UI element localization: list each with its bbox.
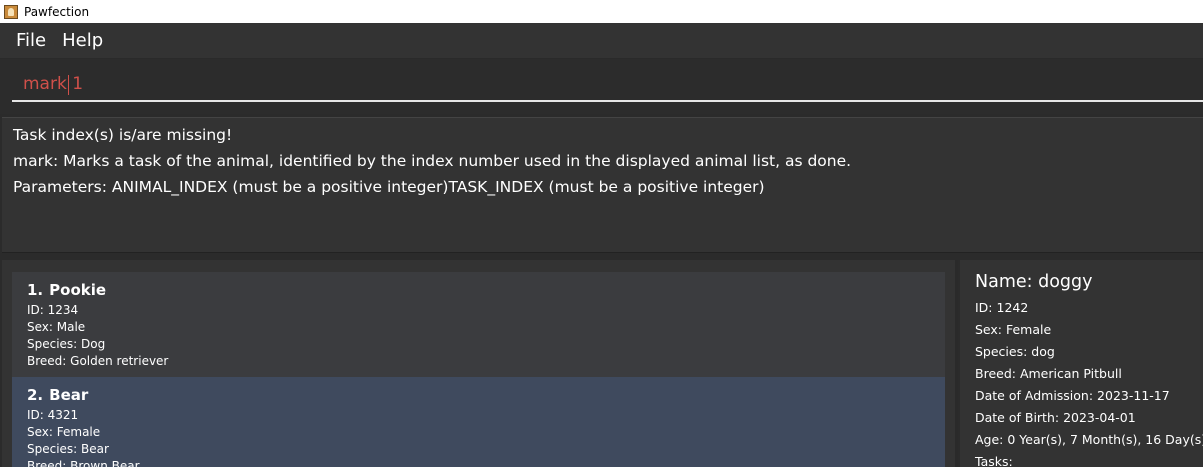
animal-breed: Breed: Golden retriever [27, 354, 169, 368]
result-line: Task index(s) is/are missing! [13, 126, 233, 144]
animal-card-title: 2. Bear [27, 386, 945, 404]
animal-id: ID: 4321 [27, 408, 79, 422]
detail-birth-date: Date of Birth: 2023-04-01 [975, 410, 1136, 425]
animal-list-panel[interactable]: 1. Pookie ID: 1234 Sex: Male Species: Dog… [2, 260, 955, 467]
animal-sex: Sex: Male [27, 320, 86, 334]
animal-card-title: 1. Pookie [27, 281, 945, 299]
result-line: mark: Marks a task of the animal, identi… [13, 152, 852, 170]
detail-species: Species: dog [975, 344, 1055, 359]
animal-card-selected[interactable]: 2. Bear ID: 4321 Sex: Female Species: Bea… [12, 377, 945, 467]
detail-sex: Sex: Female [975, 322, 1052, 337]
animal-name: Pookie [49, 281, 107, 299]
animal-card[interactable]: 1. Pookie ID: 1234 Sex: Male Species: Dog… [12, 272, 945, 377]
animal-breed: Breed: Brown Bear [27, 459, 140, 467]
menu-file[interactable]: File [8, 23, 54, 58]
detail-age: Age: 0 Year(s), 7 Month(s), 16 Day(s) [975, 432, 1203, 447]
detail-admission-date: Date of Admission: 2023-11-17 [975, 388, 1170, 403]
animal-species: Species: Bear [27, 442, 109, 456]
window-title: Pawfection [24, 4, 90, 19]
detail-breed: Breed: American Pitbull [975, 366, 1122, 381]
text-caret [68, 75, 69, 95]
result-line: Parameters: ANIMAL_INDEX (must be a posi… [13, 178, 765, 196]
command-box [0, 59, 1203, 114]
detail-name: Name: doggy [975, 272, 1093, 292]
result-display[interactable]: Task index(s) is/are missing! mark: Mark… [2, 117, 1203, 253]
animal-id: ID: 1234 [27, 303, 79, 317]
app-icon [4, 4, 18, 19]
command-input[interactable] [12, 68, 1203, 102]
title-bar: Pawfection [0, 0, 1203, 23]
detail-tasks-label: Tasks: [975, 454, 1013, 467]
animal-name: Bear [49, 386, 89, 404]
animal-sex: Sex: Female [27, 425, 101, 439]
animal-species: Species: Dog [27, 337, 106, 351]
animal-index: 1. [27, 281, 44, 299]
panel-divider[interactable] [955, 260, 958, 467]
animal-index: 2. [27, 386, 44, 404]
menu-help[interactable]: Help [54, 23, 111, 58]
animal-detail-panel: Name: doggy ID: 1242 Sex: Female Species… [960, 260, 1203, 467]
detail-id: ID: 1242 [975, 300, 1029, 315]
menu-bar: File Help [0, 23, 1203, 59]
